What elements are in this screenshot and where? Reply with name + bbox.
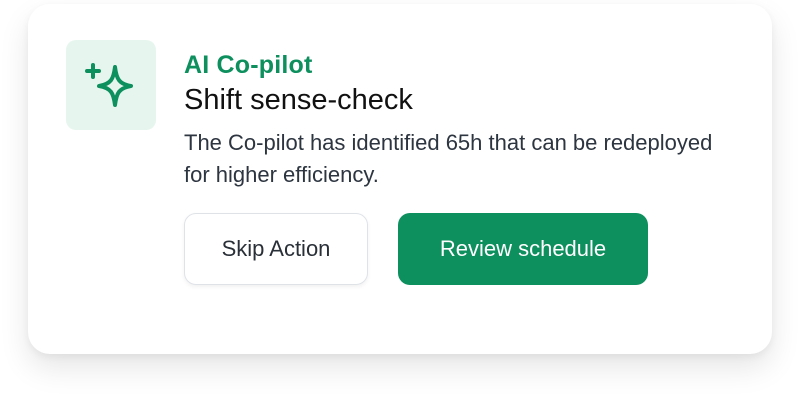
card-description: The Co-pilot has identified 65h that can… <box>184 130 713 187</box>
sparkle-icon <box>85 63 133 107</box>
icon-tile <box>66 40 156 130</box>
card-eyebrow: AI Co-pilot <box>184 51 313 79</box>
card-title: Shift sense-check <box>184 84 413 116</box>
card-actions: Skip Action Review schedule <box>184 213 744 285</box>
card-content: AI Co-pilot Shift sense-check The Co-pil… <box>184 50 744 285</box>
review-schedule-button[interactable]: Review schedule <box>398 213 648 285</box>
copilot-card: AI Co-pilot Shift sense-check The Co-pil… <box>28 4 772 354</box>
skip-action-button[interactable]: Skip Action <box>184 213 368 285</box>
